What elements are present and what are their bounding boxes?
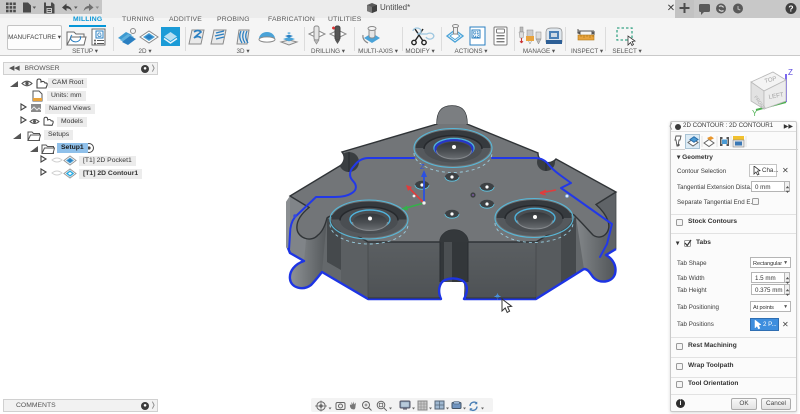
svg-text:Y: Y <box>752 109 758 118</box>
svg-text:G2: G2 <box>473 34 480 39</box>
svg-text:Z: Z <box>420 162 425 171</box>
svg-text:?: ? <box>788 4 793 14</box>
svg-text:Z: Z <box>788 68 793 77</box>
